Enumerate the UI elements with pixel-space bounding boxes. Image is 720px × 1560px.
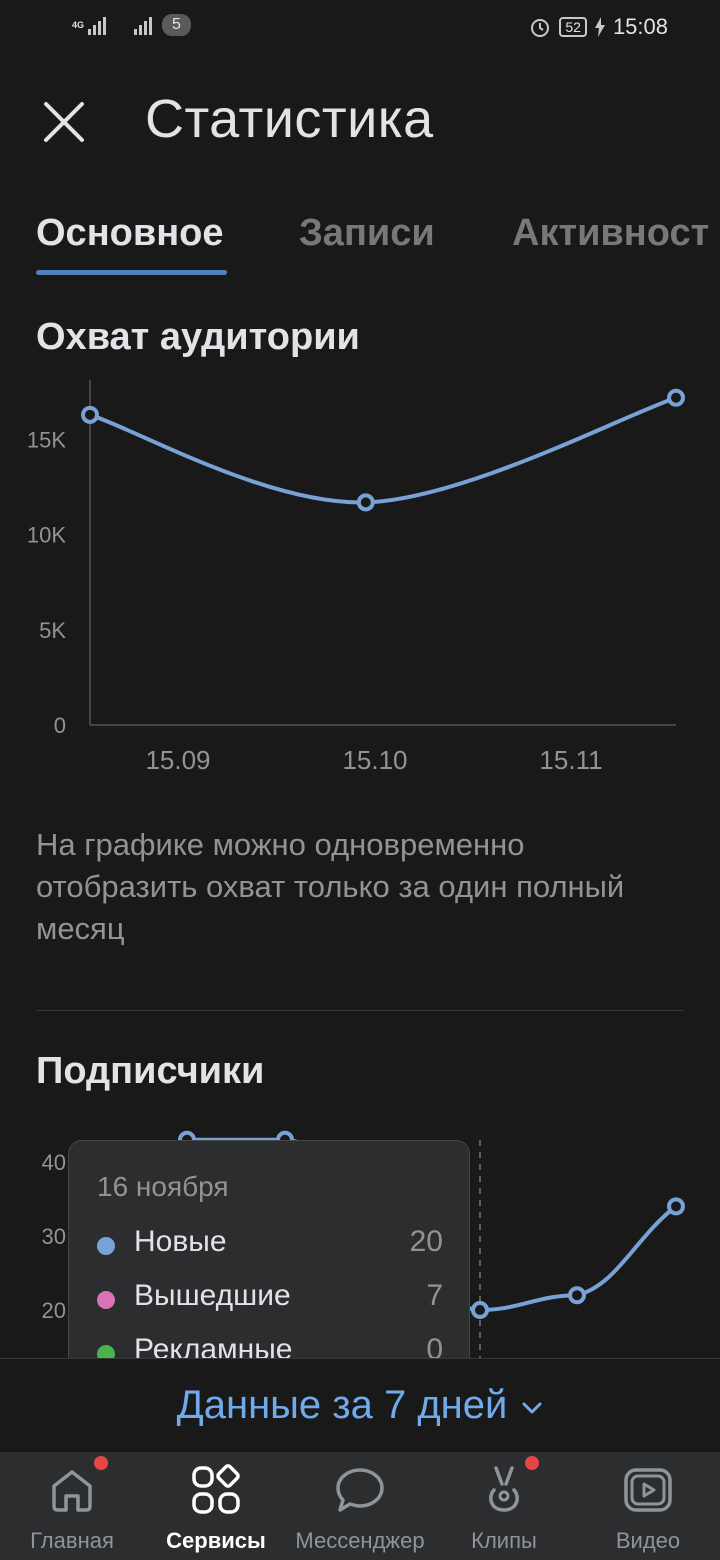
charging-icon: [594, 17, 605, 37]
bottom-navigation: Главная Сервисы Мессенджер Клипы Видео: [0, 1452, 720, 1560]
services-icon: [192, 1464, 240, 1514]
data-range-label: Данные за 7 дней: [176, 1383, 508, 1427]
legend-dot-left: [97, 1291, 115, 1309]
y-tick-label: 0: [54, 713, 66, 738]
clips-icon: [489, 1466, 519, 1512]
subscribers-title: Подписчики: [36, 1050, 265, 1092]
x-tick-label: 15.11: [539, 745, 602, 775]
page-title: Статистика: [145, 89, 434, 149]
nav-item-messenger[interactable]: Мессенджер: [288, 1452, 432, 1560]
tab-posts[interactable]: Записи: [299, 212, 435, 255]
y-tick-label: 40: [42, 1150, 66, 1175]
tooltip-row-new: Новые 20: [97, 1225, 443, 1265]
tooltip-label: Новые: [134, 1225, 227, 1258]
signal-icon: [88, 15, 107, 35]
reach-chart[interactable]: 0 5K 10K 15K 15.09 15.10 15.11: [0, 380, 720, 800]
video-icon: [624, 1468, 672, 1512]
sim-badge: 5: [162, 14, 191, 36]
data-point[interactable]: [667, 388, 685, 407]
data-range-selector[interactable]: Данные за 7 дней: [0, 1358, 720, 1452]
notification-badge: [94, 1456, 108, 1470]
alarm-icon: [531, 19, 550, 37]
header: Статистика: [0, 70, 720, 180]
notification-badge: [525, 1456, 539, 1470]
data-point[interactable]: [356, 493, 375, 512]
reach-title: Охват аудитории: [36, 316, 360, 358]
nav-label: Главная: [30, 1528, 114, 1553]
home-icon: [52, 1470, 92, 1512]
nav-item-clips[interactable]: Клипы: [432, 1452, 576, 1560]
chart-note: На графике можно одновременно отобразить…: [36, 827, 625, 946]
y-tick-label: 30: [42, 1224, 66, 1249]
nav-item-services[interactable]: Сервисы: [144, 1452, 288, 1560]
tab-bar: Основное Записи Активност: [0, 200, 720, 280]
y-tick-label: 5K: [39, 618, 66, 643]
tooltip-value: 7: [426, 1279, 443, 1312]
signal-icon-2: [134, 15, 153, 35]
tooltip-value: 20: [409, 1225, 443, 1258]
nav-label: Клипы: [471, 1528, 537, 1553]
nav-label: Видео: [615, 1528, 681, 1553]
x-tick-label: 15.10: [342, 745, 407, 775]
nav-item-video[interactable]: Видео: [576, 1452, 720, 1560]
tooltip-row-left: Вышедшие 7: [97, 1279, 443, 1319]
messenger-icon: [336, 1468, 384, 1512]
close-icon[interactable]: [40, 98, 88, 146]
nav-label: Сервисы: [166, 1528, 266, 1553]
y-tick-label: 10K: [27, 523, 66, 548]
nav-label: Мессенджер: [295, 1528, 425, 1553]
tab-main[interactable]: Основное: [36, 212, 224, 255]
clock: 15:08: [612, 14, 668, 39]
legend-dot-new: [97, 1237, 115, 1255]
y-tick-label: 15K: [27, 428, 66, 453]
active-tab-indicator: [36, 270, 227, 275]
x-tick-label: 15.09: [145, 745, 210, 775]
nav-item-home[interactable]: Главная: [0, 1452, 144, 1560]
data-point[interactable]: [471, 1301, 489, 1319]
status-right: 52 15:08: [529, 14, 668, 40]
y-tick-label: 20: [42, 1298, 66, 1323]
tooltip-label: Вышедшие: [134, 1279, 291, 1312]
reach-series-line: [89, 395, 677, 505]
battery-icon: 52: [559, 17, 587, 37]
status-left: 4G 5: [72, 14, 191, 36]
network-type: 4G: [72, 19, 85, 30]
section-divider: [36, 1010, 684, 1011]
status-bar: 4G 5 52 15:08: [0, 0, 720, 56]
chevron-down-icon: [522, 1402, 542, 1413]
data-point[interactable]: [81, 405, 99, 424]
data-point[interactable]: [568, 1286, 586, 1305]
tab-activity[interactable]: Активност: [512, 212, 709, 255]
tooltip-date: 16 ноября: [97, 1171, 229, 1202]
data-point[interactable]: [667, 1197, 685, 1216]
